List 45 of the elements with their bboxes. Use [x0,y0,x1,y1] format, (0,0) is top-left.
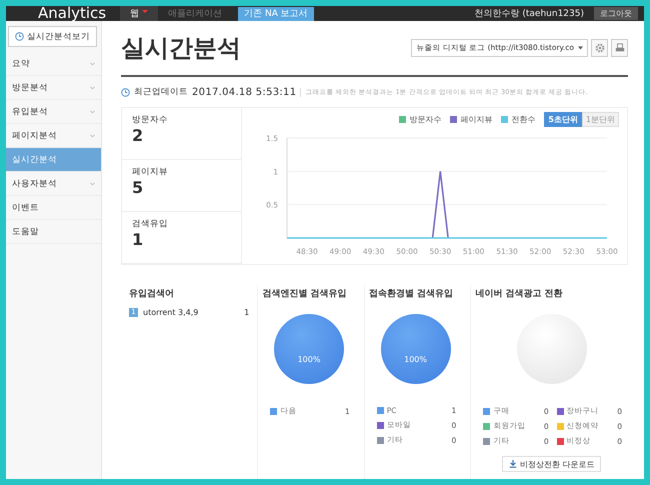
sidebar-item[interactable]: 도움말 [6,220,101,244]
legend-item: 페이지뷰 [450,114,492,124]
stat-value: 5 [132,178,144,197]
logout-button[interactable]: 로그아웃 [594,7,638,20]
download-button[interactable]: 비정상전환 다운로드 [502,456,602,472]
nav-tab[interactable]: 웹 [120,6,158,21]
sidebar-item[interactable]: 이벤트 [6,196,101,220]
search-term: utorrent 3,4,9 [143,308,200,317]
chevron-icon [90,62,95,66]
legend-item: 방문자수 [399,114,442,124]
stat-label: 검색유입 [132,218,169,230]
section-title: 유입검색어 [129,288,175,300]
page-title: 실시간분석 [121,33,241,64]
sidebar-item[interactable]: 방문분석 [6,76,101,100]
clock-icon [15,32,24,41]
update-time: 2017.04.18 5:53:11 [192,86,296,98]
settings-button[interactable] [591,39,608,57]
print-button[interactable] [611,39,628,57]
chevron-icon [90,86,95,90]
brand-logo[interactable]: Analytics [38,6,106,21]
chevron-icon [90,182,95,186]
clock-icon [121,88,130,96]
stat-value: 1 [132,230,144,249]
stat-value: 2 [132,126,144,145]
chevron-icon [90,110,95,114]
gear-icon [594,43,604,53]
download-icon [508,460,517,468]
user-name: 천의한수랑 (taehun1235) [474,8,584,20]
sidebar-item[interactable]: 유입분석 [6,100,101,124]
term-count: 1 [244,308,250,317]
sidebar-item[interactable]: 요약 [6,52,101,76]
pie-chart: 100% [380,314,451,384]
section-title: 네이버 검색광고 전환 [475,288,564,300]
sidebar-item[interactable]: 사용자분석 [6,172,101,196]
section-title: 검색엔진별 검색유입 [262,288,348,300]
caret-icon [578,46,583,50]
stat-label: 방문자수 [132,114,169,126]
chevron-icon [90,134,95,138]
printer-icon [614,43,624,53]
legend-item: 전환수 [501,114,536,124]
update-label: 최근업데이트 [134,86,188,98]
section-title: 접속환경별 검색유입 [368,288,454,300]
stat-label: 페이지뷰 [132,166,169,178]
pie-chart: 100% [274,314,344,384]
realtime-button[interactable]: 실시간분석보기 [8,26,97,47]
